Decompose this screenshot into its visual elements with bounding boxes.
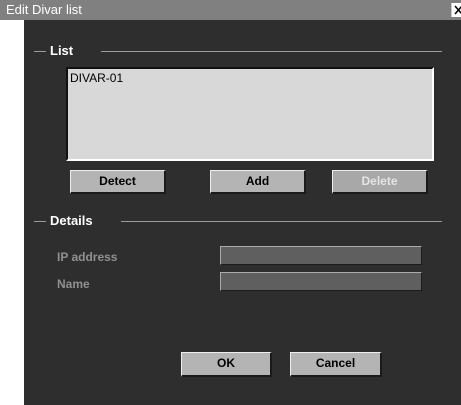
cancel-button[interactable]: Cancel bbox=[290, 352, 382, 377]
name-label: Name bbox=[57, 277, 90, 291]
window-title: Edit Divar list bbox=[6, 2, 82, 17]
details-heading: Details bbox=[50, 213, 93, 228]
list-heading: List bbox=[50, 43, 74, 58]
section-divider bbox=[34, 221, 46, 222]
section-divider bbox=[121, 221, 442, 222]
list-item[interactable]: DIVAR-01 bbox=[70, 71, 123, 85]
detect-button[interactable]: Detect bbox=[70, 170, 166, 194]
section-divider bbox=[34, 51, 46, 52]
delete-button[interactable]: Delete bbox=[332, 170, 428, 194]
edit-divar-list-dialog: Edit Divar list List DIVAR-01 Detect Add… bbox=[0, 0, 461, 405]
add-button[interactable]: Add bbox=[210, 170, 306, 194]
ip-address-field[interactable] bbox=[220, 246, 422, 265]
section-divider bbox=[101, 51, 442, 52]
ip-address-label: IP address bbox=[57, 250, 118, 264]
dialog-body: List DIVAR-01 Detect Add Delete Details … bbox=[24, 20, 461, 405]
name-field[interactable] bbox=[220, 272, 422, 291]
close-icon[interactable] bbox=[451, 3, 461, 17]
ok-button[interactable]: OK bbox=[181, 352, 272, 377]
divar-listbox[interactable]: DIVAR-01 bbox=[66, 67, 434, 161]
title-bar[interactable]: Edit Divar list bbox=[0, 0, 461, 20]
